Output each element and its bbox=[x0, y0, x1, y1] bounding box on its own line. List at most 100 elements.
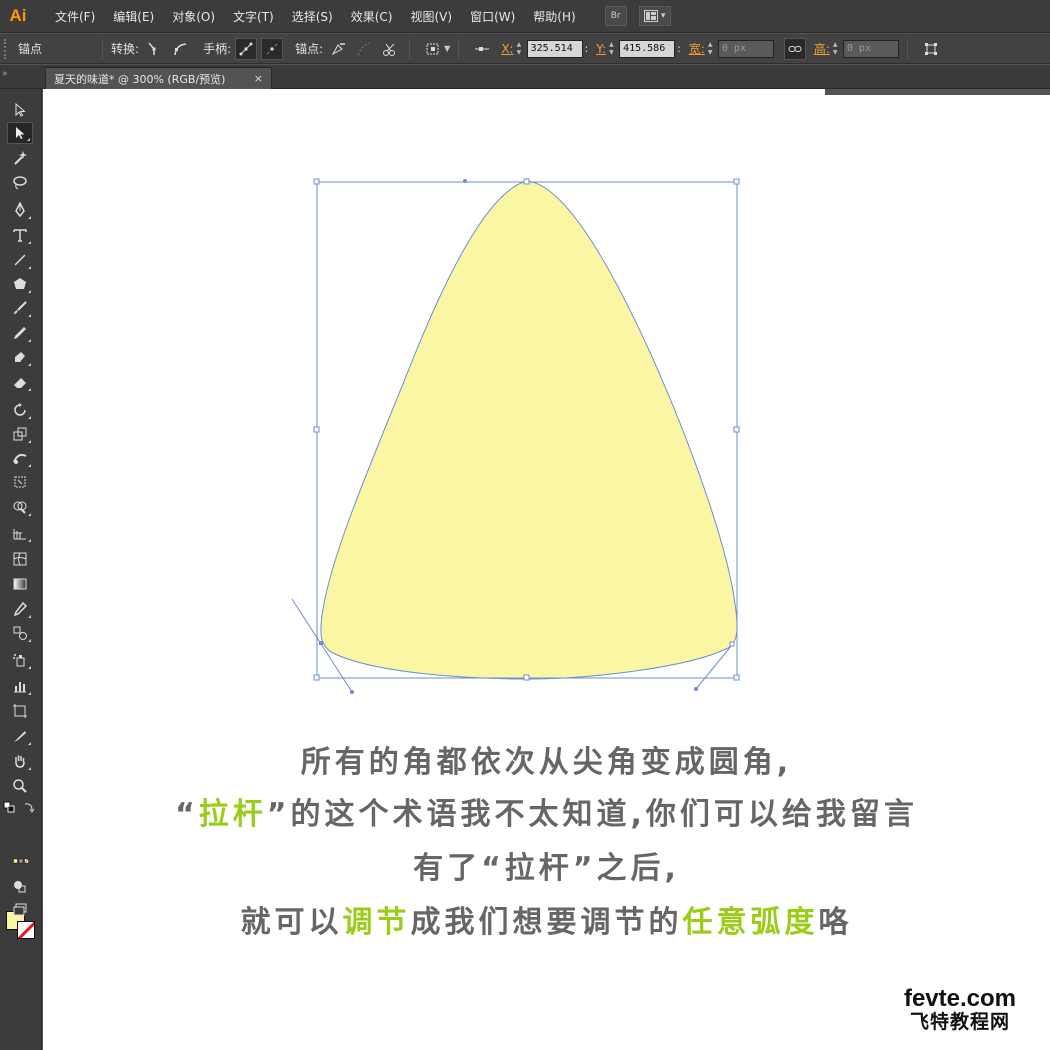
remove-anchor-button[interactable] bbox=[327, 38, 349, 60]
width-input[interactable]: 0 px bbox=[717, 39, 774, 58]
paintbrush-tool[interactable] bbox=[7, 297, 33, 319]
app-logo: Ai bbox=[9, 6, 27, 25]
chevron-down-icon[interactable]: ▼ bbox=[444, 44, 450, 53]
lasso-icon bbox=[13, 176, 27, 190]
document-tab-strip: » 夏天的味道* @ 300% (RGB/预览) × bbox=[0, 65, 1050, 89]
x-stepper[interactable]: ▲ ▼ bbox=[517, 40, 527, 58]
pencil-tool[interactable] bbox=[7, 322, 33, 344]
menu-window[interactable]: 窗口(W) bbox=[461, 8, 524, 25]
constrain-proportions-button[interactable] bbox=[783, 37, 806, 60]
mode-label: 锚点 bbox=[18, 42, 43, 56]
reference-point-button[interactable] bbox=[471, 38, 493, 60]
menu-edit[interactable]: 编辑(E) bbox=[104, 8, 163, 25]
hide-handles-icon bbox=[266, 43, 278, 54]
line-segment-tool[interactable] bbox=[7, 249, 33, 271]
swap-arrow-icon bbox=[24, 803, 35, 813]
height-stepper[interactable]: ▲ ▼ bbox=[833, 40, 843, 58]
free-transform-tool[interactable] bbox=[7, 471, 33, 493]
artboard-tool[interactable] bbox=[7, 700, 33, 722]
bridge-button[interactable]: Br bbox=[604, 6, 627, 26]
divider bbox=[409, 38, 411, 59]
menu-type[interactable]: 文字(T) bbox=[224, 8, 283, 25]
height-label: 高: bbox=[813, 42, 830, 56]
magic-wand-tool[interactable] bbox=[7, 147, 33, 169]
gradient-tool[interactable] bbox=[7, 573, 33, 595]
menu-view[interactable]: 视图(V) bbox=[401, 8, 461, 25]
caption-quote-close: ” bbox=[266, 797, 291, 832]
stroke-swatch[interactable] bbox=[17, 921, 35, 939]
eyedropper-tool[interactable] bbox=[7, 598, 33, 620]
close-icon[interactable]: × bbox=[254, 72, 263, 85]
shape-builder-tool[interactable] bbox=[7, 496, 33, 518]
mesh-tool[interactable] bbox=[7, 548, 33, 570]
panel-grip[interactable] bbox=[4, 38, 10, 59]
pen-minus-icon bbox=[331, 42, 346, 55]
menu-object[interactable]: 对象(O) bbox=[163, 8, 224, 25]
y-input[interactable]: 415.586 bbox=[619, 39, 676, 58]
eraser-tool[interactable] bbox=[7, 371, 33, 393]
connect-anchors-button[interactable] bbox=[353, 38, 375, 60]
width-stepper[interactable]: ▲ ▼ bbox=[708, 40, 718, 58]
document-tab[interactable]: 夏天的味道* @ 300% (RGB/预览) × bbox=[45, 67, 272, 89]
watermark: fevte.com 飞特教程网 bbox=[885, 986, 1035, 1034]
color-gradient-none-icon bbox=[13, 858, 29, 864]
transform-options-button[interactable] bbox=[920, 38, 942, 60]
arrange-documents-button[interactable]: ▾ bbox=[638, 6, 671, 26]
magic-wand-icon bbox=[14, 151, 27, 165]
collapse-panel-icon[interactable]: » bbox=[2, 69, 8, 79]
isolate-button[interactable] bbox=[422, 38, 444, 60]
watermark-site-name: 飞特教程网 bbox=[909, 1012, 1010, 1033]
column-graph-tool[interactable] bbox=[7, 675, 33, 697]
type-tool[interactable] bbox=[7, 224, 33, 246]
rotate-tool[interactable] bbox=[7, 399, 33, 421]
selection-tool[interactable] bbox=[7, 99, 33, 121]
hide-handles-button[interactable] bbox=[261, 37, 284, 60]
artboard-canvas[interactable]: 所有的角都依次从尖角变成圆角, “拉杆”的这个术语我不太知道,你们可以给我留言 … bbox=[43, 89, 1050, 1050]
anchors-label: 锚点: bbox=[295, 42, 324, 56]
scissors-icon bbox=[383, 43, 396, 56]
menu-effect[interactable]: 效果(C) bbox=[342, 8, 402, 25]
caption-line-4: 就可以调节成我们想要调节的任意弧度咯 bbox=[43, 897, 1050, 941]
pen-icon bbox=[15, 202, 25, 218]
caption-highlight-handle: 拉杆 bbox=[198, 797, 267, 832]
blend-tool[interactable] bbox=[7, 622, 33, 644]
convert-to-smooth-button[interactable] bbox=[169, 38, 191, 60]
y-stepper[interactable]: ▲ ▼ bbox=[609, 40, 619, 58]
menu-help[interactable]: 帮助(H) bbox=[524, 8, 584, 25]
pen-tool[interactable] bbox=[7, 199, 33, 221]
x-input[interactable]: 325.514 bbox=[526, 39, 583, 58]
scale-tool[interactable] bbox=[7, 423, 33, 445]
zoom-tool[interactable] bbox=[7, 775, 33, 797]
eyedropper-icon bbox=[13, 601, 28, 617]
type-icon bbox=[13, 229, 27, 242]
blob-brush-tool[interactable] bbox=[7, 346, 33, 368]
caption-line-2: “拉杆”的这个术语我不太知道,你们可以给我留言 bbox=[43, 789, 1050, 833]
rounded-triangle-shape[interactable] bbox=[320, 180, 738, 680]
menu-file[interactable]: 文件(F) bbox=[46, 8, 104, 25]
warp-tool[interactable] bbox=[7, 447, 33, 469]
show-handles-button[interactable] bbox=[235, 37, 258, 60]
cut-path-button[interactable] bbox=[379, 38, 401, 60]
caption-highlight-any-curve: 任意弧度 bbox=[682, 905, 819, 940]
screen-mode-button[interactable] bbox=[7, 899, 33, 921]
document-tab-title: 夏天的味道* @ 300% (RGB/预览) bbox=[54, 72, 226, 86]
symbol-sprayer-tool[interactable] bbox=[7, 649, 33, 671]
convert-to-corner-button[interactable] bbox=[143, 38, 165, 60]
menu-select[interactable]: 选择(S) bbox=[283, 8, 342, 25]
slice-tool[interactable] bbox=[7, 725, 33, 747]
hand-tool[interactable] bbox=[7, 750, 33, 772]
height-input[interactable]: 0 px bbox=[842, 39, 899, 58]
color-mode-buttons[interactable] bbox=[5, 855, 37, 867]
perspective-grid-tool[interactable] bbox=[7, 522, 33, 544]
default-colors-button[interactable] bbox=[3, 801, 17, 813]
swap-colors-button[interactable] bbox=[22, 801, 36, 813]
selection-arrow-icon bbox=[15, 102, 26, 117]
rotate-icon bbox=[14, 403, 26, 416]
direct-selection-tool[interactable] bbox=[7, 122, 33, 144]
width-label: 宽: bbox=[688, 42, 705, 56]
polygon-tool[interactable] bbox=[7, 273, 33, 295]
caption-highlight-adjust: 调节 bbox=[342, 905, 411, 940]
drawing-mode-button[interactable] bbox=[7, 875, 33, 897]
lasso-tool[interactable] bbox=[7, 172, 33, 194]
scale-icon bbox=[13, 427, 27, 441]
